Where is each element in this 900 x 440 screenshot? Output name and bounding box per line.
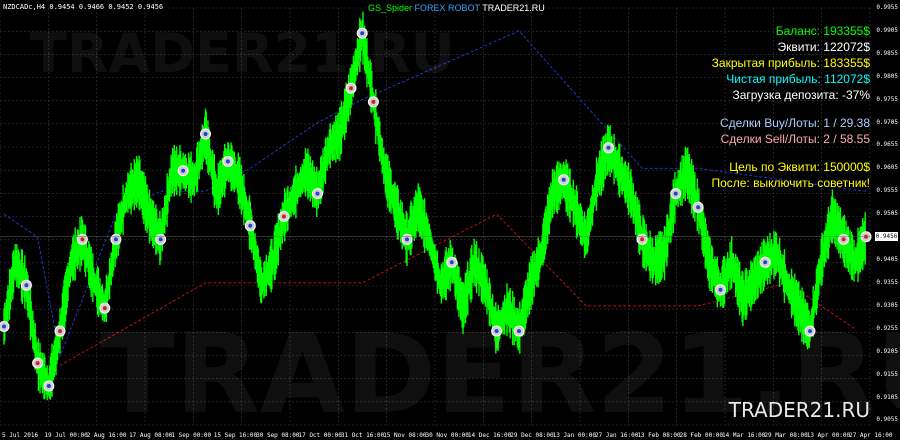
time-tick-label: 14 Mar 16:00 [722, 432, 766, 439]
hud-closed-profit: Закрытая прибыль: 183355$ [711, 56, 870, 70]
price-tick-label: 0.9855 [876, 49, 898, 57]
price-tick-label: 0.9105 [876, 393, 898, 401]
time-tick-label: 30 Nov 00:00 [425, 432, 469, 439]
price-tick-label: 0.9355 [876, 278, 898, 286]
time-tick-label: 13 Feb 08:00 [637, 432, 681, 439]
trade-marker-core [24, 283, 29, 288]
time-tick-label: 27 Apr 16:00 [849, 432, 893, 439]
price-tick-label: 0.9755 [876, 95, 898, 103]
title-site: TRADER21.RU [482, 3, 545, 13]
time-tick-label: 31 Oct 16:00 [340, 432, 385, 439]
trade-marker-core [35, 361, 40, 366]
trade-marker-core [673, 191, 678, 196]
trade-marker-core [718, 287, 723, 292]
price-tick-label: 0.9705 [876, 118, 898, 126]
trade-marker-core [315, 191, 320, 196]
time-tick-label: 19 Jul 00:00 [44, 432, 88, 439]
title-robot-type: FOREX ROBOT [414, 3, 480, 13]
hud-net-profit: Чистая прибыль: 112072$ [726, 72, 870, 86]
time-tick-label: 2 Aug 16:00 [86, 432, 127, 439]
price-tick-label: 0.9305 [876, 301, 898, 309]
price-tick-label: 0.9055 [876, 416, 898, 424]
price-tick-label: 0.9205 [876, 347, 898, 355]
time-tick-label: 5 Jul 2016 [2, 432, 39, 439]
time-tick-label: 14 Dec 16:00 [467, 432, 512, 439]
trade-marker-core [371, 99, 376, 104]
symbol-info: NZDCADc,H4 0.9454 0.9466 0.9452 0.9456 [3, 3, 164, 11]
time-tick-label: 29 Dec 08:00 [510, 432, 554, 439]
trade-marker-core [640, 237, 645, 242]
time-tick-label: 17 Aug 08:00 [129, 432, 173, 439]
trade-marker-core [841, 237, 846, 242]
price-tick-label: 0.9805 [876, 72, 898, 80]
price-tick-label: 0.9255 [876, 324, 898, 332]
time-tick-label: 1 Sep 00:00 [171, 432, 212, 439]
time-tick-label: 30 Sep 08:00 [256, 432, 300, 439]
trade-marker-core [2, 324, 6, 329]
time-tick-label: 28 Feb 00:00 [679, 432, 724, 439]
hud-buy-trades: Сделки Buy/Лоты: 1 / 29.38 [719, 116, 870, 130]
hud-balance: Баланс: 193355$ [775, 24, 870, 38]
background-watermark-top: TRADER21.RU [30, 22, 455, 85]
time-tick-label: 15 Sep 16:00 [213, 432, 258, 439]
price-tick-label: 0.9605 [876, 164, 898, 172]
price-tick-label: 0.9505 [876, 210, 898, 218]
hud-sell-trades: Сделки Sell/Лоты: 2 / 58.55 [720, 132, 870, 146]
price-tick-label: 0.9555 [876, 187, 898, 195]
price-tick-label: 0.9155 [876, 370, 898, 378]
trade-marker-core [58, 329, 62, 334]
time-tick-label: 13 Jan 00:00 [552, 432, 596, 439]
price-tick-label: 0.9405 [876, 256, 898, 264]
trade-marker-core [281, 214, 286, 219]
site-watermark: TRADER21.RU [728, 398, 870, 422]
time-tick-label: 17 Oct 00:00 [298, 432, 342, 439]
trade-marker-core [449, 260, 454, 265]
current-price-label: 0.9456 [875, 232, 898, 242]
trade-marker-core [113, 237, 118, 242]
trade-marker-core [561, 177, 566, 182]
trade-marker-core [225, 159, 230, 164]
time-tick-label: 15 Nov 08:00 [383, 432, 427, 439]
hud-deposit-load: Загрузка депозита: -37% [732, 88, 871, 102]
trade-marker-core [606, 145, 611, 150]
trade-marker-core [763, 260, 768, 265]
price-tick-label: 0.9655 [876, 141, 898, 149]
trade-marker-core [46, 384, 51, 388]
price-tick-label: 0.9905 [876, 26, 898, 34]
trade-marker-core [80, 237, 85, 242]
price-tick-label: 0.9955 [876, 4, 898, 11]
trade-marker-core [349, 86, 353, 91]
time-tick-label: 27 Jan 16:00 [594, 432, 639, 439]
time-tick-label: 13 Apr 00:00 [806, 432, 851, 439]
trade-marker-core [203, 132, 208, 136]
chart-title: GS_Spider FOREX ROBOT TRADER21.RU [368, 3, 545, 13]
hud-equity: Эквити: 122072$ [777, 40, 870, 54]
time-tick-label: 29 Mar 08:00 [764, 432, 808, 439]
trade-marker-core [405, 237, 409, 242]
hud-equity-target: Цель по Эквити: 150000$ [729, 160, 870, 174]
hud-after-target: После: выключить советник! [711, 176, 870, 190]
title-robot-name: GS_Spider [368, 3, 413, 13]
trade-marker-core [158, 237, 163, 242]
trade-marker-core [248, 223, 253, 228]
trade-marker-core [181, 168, 186, 173]
trade-marker-core [696, 205, 701, 210]
